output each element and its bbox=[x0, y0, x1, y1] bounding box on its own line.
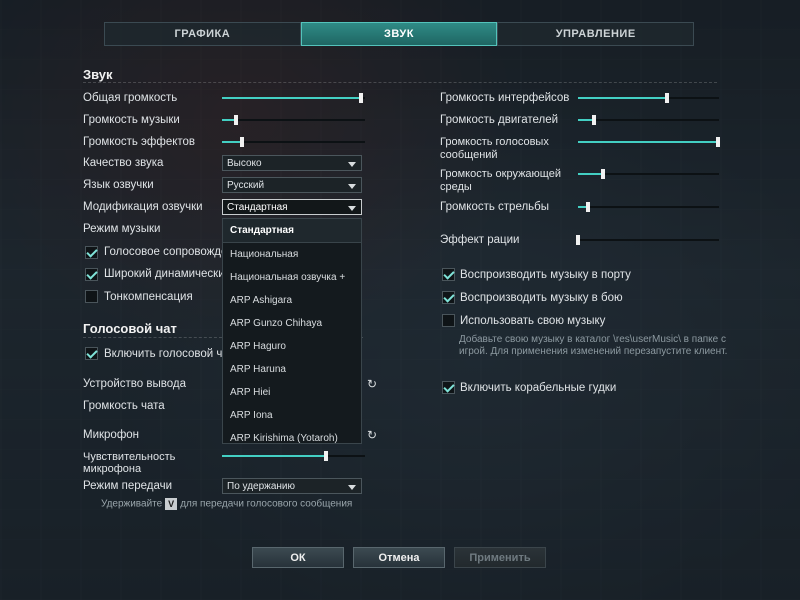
chevron-down-icon bbox=[348, 206, 356, 211]
master-volume-slider[interactable] bbox=[222, 93, 365, 103]
ambient-volume-label-1: Громкость окружающей bbox=[440, 168, 561, 180]
dropdown-option[interactable]: ARP Ashigara bbox=[223, 289, 361, 312]
music-in-port-checkbox[interactable] bbox=[442, 268, 455, 281]
refresh-icon[interactable]: ↻ bbox=[367, 429, 379, 441]
voice-mod-dropdown-list: Стандартная Национальная Национальная оз… bbox=[222, 218, 362, 444]
tonecomp-checkbox[interactable] bbox=[85, 290, 98, 303]
own-music-checkbox[interactable] bbox=[442, 314, 455, 327]
effects-volume-label: Громкость эффектов bbox=[83, 136, 196, 148]
ptt-key-badge: V bbox=[165, 498, 178, 510]
voice-language-value: Русский bbox=[227, 180, 265, 191]
wide-dynamic-label: Широкий динамический д bbox=[104, 268, 241, 280]
settings-tabs: ГРАФИКА ЗВУК УПРАВЛЕНИЕ bbox=[104, 22, 695, 46]
sound-quality-label: Качество звука bbox=[83, 157, 164, 169]
tonecomp-label: Тонкомпенсация bbox=[104, 291, 193, 303]
voice-messages-volume-label-2: сообщений bbox=[440, 149, 498, 161]
enable-voice-chat-checkbox[interactable] bbox=[85, 347, 98, 360]
music-in-battle-label: Воспроизводить музыку в бою bbox=[460, 292, 623, 304]
ptt-hint-before: Удерживайте bbox=[101, 498, 163, 510]
music-in-port-label: Воспроизводить музыку в порту bbox=[460, 269, 631, 281]
shooting-volume-label: Громкость стрельбы bbox=[440, 201, 550, 213]
tab-controls[interactable]: УПРАВЛЕНИЕ bbox=[497, 22, 695, 46]
sound-quality-select[interactable]: Высоко bbox=[222, 155, 362, 171]
chat-volume-label: Громкость чата bbox=[83, 400, 165, 412]
dropdown-option[interactable]: Национальная озвучка + bbox=[223, 266, 361, 289]
ship-horns-checkbox[interactable] bbox=[442, 381, 455, 394]
voice-messages-volume-slider[interactable] bbox=[578, 137, 720, 147]
interface-volume-slider[interactable] bbox=[578, 93, 719, 103]
voice-mod-value: Стандартная bbox=[227, 202, 288, 213]
shooting-volume-slider[interactable] bbox=[578, 202, 719, 212]
dropdown-option[interactable]: ARP Haruna bbox=[223, 358, 361, 381]
ptt-hint-after: для передачи голосового сообщения bbox=[180, 498, 353, 510]
dropdown-option[interactable]: ARP Kirishima (Yotaroh) bbox=[223, 427, 361, 450]
voice-language-select[interactable]: Русский bbox=[222, 177, 362, 193]
output-device-label: Устройство вывода bbox=[83, 378, 186, 390]
tab-sound[interactable]: ЗВУК bbox=[300, 22, 498, 46]
interface-volume-label: Громкость интерфейсов bbox=[440, 92, 570, 104]
voice-accompaniment-label: Голосовое сопровожден bbox=[104, 246, 234, 258]
section-divider bbox=[83, 82, 717, 83]
transmit-mode-label: Режим передачи bbox=[83, 480, 173, 492]
ambient-volume-slider[interactable] bbox=[578, 169, 719, 179]
voice-messages-volume-label-1: Громкость голосовых bbox=[440, 136, 549, 148]
music-volume-slider[interactable] bbox=[222, 115, 365, 125]
dropdown-option[interactable]: ARP Haguro bbox=[223, 335, 361, 358]
dropdown-option[interactable]: Стандартная bbox=[223, 219, 361, 243]
cancel-button[interactable]: Отмена bbox=[353, 547, 445, 568]
transmit-mode-value: По удержанию bbox=[227, 481, 296, 492]
mic-sensitivity-slider[interactable] bbox=[222, 451, 365, 461]
music-mode-label: Режим музыки bbox=[83, 223, 161, 235]
music-in-battle-checkbox[interactable] bbox=[442, 291, 455, 304]
own-music-label: Использовать свою музыку bbox=[460, 315, 606, 327]
enable-voice-chat-label: Включить голосовой чат bbox=[104, 348, 234, 360]
chevron-down-icon bbox=[348, 162, 356, 167]
tab-graphics[interactable]: ГРАФИКА bbox=[104, 22, 301, 46]
engine-volume-label: Громкость двигателей bbox=[440, 114, 559, 126]
master-volume-label: Общая громкость bbox=[83, 92, 178, 104]
dropdown-option[interactable]: ARP Gunzo Chihaya bbox=[223, 312, 361, 335]
chevron-down-icon bbox=[348, 184, 356, 189]
microphone-label: Микрофон bbox=[83, 429, 140, 441]
ship-horns-label: Включить корабельные гудки bbox=[460, 382, 617, 394]
voice-language-label: Язык озвучки bbox=[83, 179, 154, 191]
voice-mod-select[interactable]: Стандартная bbox=[222, 199, 362, 215]
wide-dynamic-checkbox[interactable] bbox=[85, 268, 98, 281]
mic-sensitivity-label-1: Чувствительность bbox=[83, 451, 176, 463]
dropdown-option[interactable]: Национальная bbox=[223, 243, 361, 266]
voice-chat-section-title: Голосовой чат bbox=[83, 321, 177, 336]
mic-sensitivity-label-2: микрофона bbox=[83, 463, 142, 475]
sound-section-title: Звук bbox=[83, 67, 113, 82]
music-volume-label: Громкость музыки bbox=[83, 114, 180, 126]
dropdown-option[interactable]: ARP Iona bbox=[223, 404, 361, 427]
ambient-volume-label-2: среды bbox=[440, 181, 472, 193]
push-to-talk-hint: Удерживайте Vдля передачи голосового сооб… bbox=[101, 498, 352, 510]
dropdown-option[interactable]: ARP Hiei bbox=[223, 381, 361, 404]
own-music-hint: Добавьте свою музыку в каталог \res\user… bbox=[459, 334, 728, 357]
voice-accompaniment-checkbox[interactable] bbox=[85, 246, 98, 259]
radio-effect-label: Эффект рации bbox=[440, 234, 520, 246]
ok-button[interactable]: ОК bbox=[252, 547, 344, 568]
voice-mod-label: Модификация озвучки bbox=[83, 201, 203, 213]
effects-volume-slider[interactable] bbox=[222, 137, 365, 147]
engine-volume-slider[interactable] bbox=[578, 115, 719, 125]
sound-quality-value: Высоко bbox=[227, 158, 262, 169]
refresh-icon[interactable]: ↻ bbox=[367, 378, 379, 390]
apply-button[interactable]: Применить bbox=[454, 547, 546, 568]
radio-effect-slider[interactable] bbox=[576, 235, 719, 245]
transmit-mode-select[interactable]: По удержанию bbox=[222, 478, 362, 494]
chevron-down-icon bbox=[348, 485, 356, 490]
